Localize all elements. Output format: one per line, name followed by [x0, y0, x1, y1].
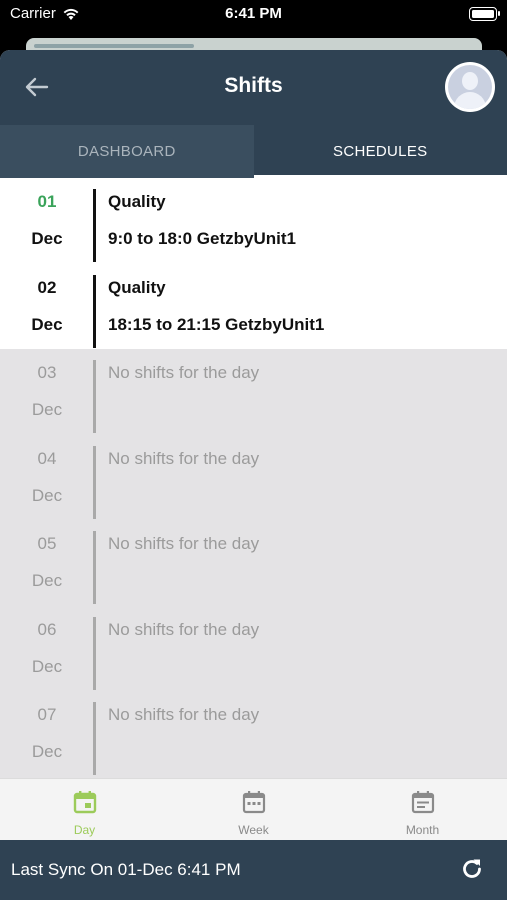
day-date: 07 Dec: [0, 691, 94, 777]
day-row-05[interactable]: 05 Dec No shifts for the day: [0, 520, 507, 606]
shift-title: Quality: [108, 277, 166, 297]
bottom-tab-label: Day: [73, 823, 96, 837]
page-title: Shifts: [224, 74, 283, 97]
status-time: 6:41 PM: [225, 5, 282, 22]
bottom-tab-day[interactable]: Day: [0, 779, 169, 840]
no-shifts-text: No shifts for the day: [108, 363, 260, 382]
day-divider: [93, 189, 96, 262]
calendar-month-icon: [411, 791, 434, 814]
day-number: 02: [37, 277, 57, 297]
no-shifts-text: No shifts for the day: [108, 619, 260, 639]
day-row-03[interactable]: 03 Dec No shifts for the day: [0, 349, 507, 435]
shift-detail: 9:0 to 18:0 GetzbyUnit1: [108, 229, 296, 248]
no-shifts-text: No shifts for the day: [108, 448, 260, 468]
day-number: 03: [37, 363, 57, 382]
day-month: Dec: [31, 400, 63, 419]
tab-schedules[interactable]: SCHEDULES: [253, 125, 507, 178]
day-divider: [93, 360, 96, 433]
day-divider: [93, 702, 96, 775]
day-divider: [93, 274, 96, 348]
refresh-icon[interactable]: [459, 856, 485, 882]
shift-detail: 18:15 to 21:15 GetzbyUnit1: [108, 314, 325, 334]
shift-title: Quality: [108, 192, 166, 211]
day-date: 06 Dec: [0, 606, 94, 692]
bottom-tab-week[interactable]: Week: [169, 779, 338, 840]
battery-icon: [469, 7, 500, 21]
day-row-06[interactable]: 06 Dec No shifts for the day: [0, 605, 507, 692]
user-avatar-icon[interactable]: [445, 62, 495, 112]
sync-bar: Last Sync On 01-Dec 6:41 PM: [0, 840, 507, 900]
day-date: 05 Dec: [0, 520, 94, 606]
day-month: Dec: [31, 314, 63, 334]
calendar-week-icon: [242, 791, 265, 814]
day-number: 01: [37, 192, 57, 211]
no-shifts-text: No shifts for the day: [108, 534, 260, 553]
day-month: Dec: [31, 485, 63, 505]
day-row-04[interactable]: 04 Dec No shifts for the day: [0, 434, 507, 521]
day-divider: [93, 616, 96, 690]
day-date: 02 Dec: [0, 264, 94, 350]
day-month: Dec: [31, 229, 63, 248]
day-number: 05: [37, 534, 57, 553]
nav-bar: Shifts: [0, 50, 507, 125]
calendar-day-icon: [73, 791, 96, 814]
day-date: 03 Dec: [0, 349, 94, 435]
bottom-tab-bar: Day Week Month: [0, 778, 507, 840]
bottom-tab-month[interactable]: Month: [338, 779, 507, 840]
day-row-07[interactable]: 07 Dec No shifts for the day: [0, 691, 507, 777]
last-sync-text: Last Sync On 01-Dec 6:41 PM: [11, 860, 241, 879]
day-number: 06: [37, 619, 57, 639]
day-month: Dec: [31, 742, 63, 761]
day-divider: [93, 531, 96, 604]
day-month: Dec: [31, 571, 63, 590]
status-bar: Carrier 6:41 PM: [0, 0, 507, 30]
tab-dashboard[interactable]: DASHBOARD: [0, 125, 254, 178]
day-date: 04 Dec: [0, 435, 94, 521]
bottom-tab-label: Month: [405, 823, 440, 837]
top-tabs: DASHBOARD SCHEDULES: [0, 125, 507, 178]
bottom-tab-label: Week: [238, 823, 269, 837]
day-list: 01 Dec Quality 9:0 to 18:0 GetzbyUnit1 0…: [0, 178, 507, 777]
day-month: Dec: [31, 656, 63, 676]
day-row-02[interactable]: 02 Dec Quality 18:15 to 21:15 GetzbyUnit…: [0, 263, 507, 350]
day-row-01[interactable]: 01 Dec Quality 9:0 to 18:0 GetzbyUnit1: [0, 178, 507, 264]
day-date: 01 Dec: [0, 178, 94, 264]
no-shifts-text: No shifts for the day: [108, 705, 260, 724]
shifts-sheet: Shifts DASHBOARD SCHEDULES 01 Dec Qualit…: [0, 50, 507, 900]
day-number: 04: [37, 448, 57, 468]
day-number: 07: [37, 705, 57, 724]
day-divider: [93, 445, 96, 519]
